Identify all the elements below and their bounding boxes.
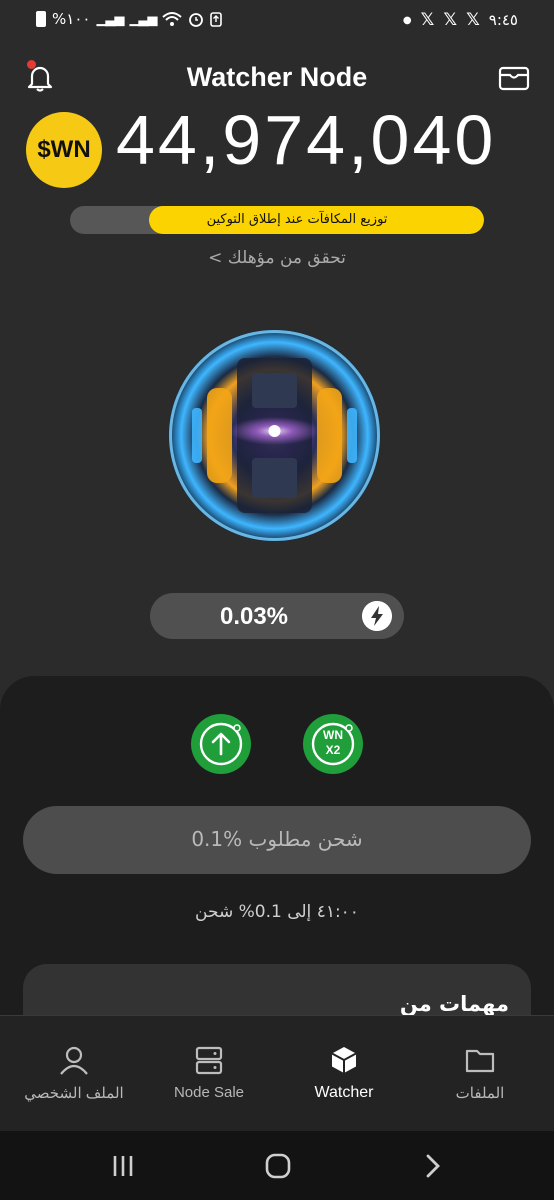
tasks-title: مهمات من xyxy=(399,992,509,1016)
upgrade-button[interactable] xyxy=(191,714,251,774)
app-header: Watcher Node xyxy=(0,56,554,104)
status-bar: %١٠٠ ▁▃▅ ▁▃▅ ● 𝕏 𝕏 𝕏 ٩:٤٥ xyxy=(0,0,554,42)
x-icon: 𝕏 xyxy=(443,10,458,30)
nav-item-node-sale[interactable]: Node Sale xyxy=(144,1044,274,1101)
charge-button[interactable]: 0.1% شحن مطلوب xyxy=(23,806,531,874)
x-icon: 𝕏 xyxy=(466,10,480,30)
reward-progress-bar: توزيع المكافآت عند إطلاق التوكين xyxy=(70,206,484,234)
nav-label-files: الملفات xyxy=(455,1085,505,1102)
mining-rate-pill: 0.03% xyxy=(150,593,404,639)
wifi-icon xyxy=(162,12,183,26)
server-icon xyxy=(195,1046,223,1075)
user-icon xyxy=(60,1046,88,1075)
chevron-left-icon: < xyxy=(208,248,223,268)
boost-x2-button[interactable]: WN X2 xyxy=(303,714,363,774)
boost-label-top: WN xyxy=(323,728,343,742)
upload-icon xyxy=(210,12,223,27)
node-orb-image[interactable] xyxy=(167,328,382,543)
boost-label: WN X2 xyxy=(303,728,363,758)
signal-icon-2: ▁▃▅ xyxy=(129,11,157,27)
cube-icon xyxy=(331,1047,357,1073)
balance-row: $WN 44,974,040 xyxy=(0,101,554,188)
charge-timer: ٤١:٠٠ إلى 0.1% شحن xyxy=(195,902,359,922)
progress-text: توزيع المكافآت عند إطلاق التوكين xyxy=(206,212,388,227)
coin-logo: $WN xyxy=(26,112,102,188)
alarm-icon xyxy=(189,13,204,27)
balance-amount: 44,974,040 xyxy=(116,101,497,179)
nav-label-profile: الملف الشخصي xyxy=(24,1085,124,1102)
signal-icon: ▁▃▅ xyxy=(96,11,124,27)
wallet-icon[interactable] xyxy=(498,64,530,92)
nav-label-node-sale: Node Sale xyxy=(173,1084,245,1101)
mining-rate: 0.03% xyxy=(219,603,289,630)
system-nav-bar xyxy=(0,1131,554,1200)
home-icon[interactable] xyxy=(264,1152,292,1180)
battery-level: %١٠٠ xyxy=(52,10,91,28)
back-icon[interactable] xyxy=(422,1153,444,1179)
boost-label-bottom: X2 xyxy=(325,743,341,757)
charge-button-text: 0.1% شحن مطلوب xyxy=(191,827,363,851)
orb-graphic xyxy=(168,329,381,542)
bottom-nav: الملف الشخصي Node Sale Watcher الملفات xyxy=(0,1015,554,1132)
status-left: %١٠٠ ▁▃▅ ▁▃▅ xyxy=(36,10,223,28)
dot-icon: ● xyxy=(402,14,412,26)
eligibility-text: تحقق من مؤهلك xyxy=(227,248,346,268)
folder-icon xyxy=(465,1049,495,1073)
eligibility-link[interactable]: < تحقق من مؤهلك xyxy=(0,248,554,268)
lightning-icon[interactable] xyxy=(362,601,392,631)
nav-item-profile[interactable]: الملف الشخصي xyxy=(9,1044,139,1102)
nav-item-watcher[interactable]: Watcher xyxy=(279,1044,409,1102)
status-right: ● 𝕏 𝕏 𝕏 ٩:٤٥ xyxy=(403,10,518,30)
clock-time: ٩:٤٥ xyxy=(488,11,518,29)
arrow-up-icon xyxy=(199,722,243,766)
nav-item-files[interactable]: الملفات xyxy=(415,1044,545,1102)
page-title: Watcher Node xyxy=(186,62,368,92)
x-icon: 𝕏 xyxy=(420,10,435,30)
recent-apps-icon[interactable] xyxy=(110,1153,136,1179)
notification-dot xyxy=(27,60,36,69)
battery-icon xyxy=(36,11,46,27)
nav-label-watcher: Watcher xyxy=(314,1084,374,1101)
